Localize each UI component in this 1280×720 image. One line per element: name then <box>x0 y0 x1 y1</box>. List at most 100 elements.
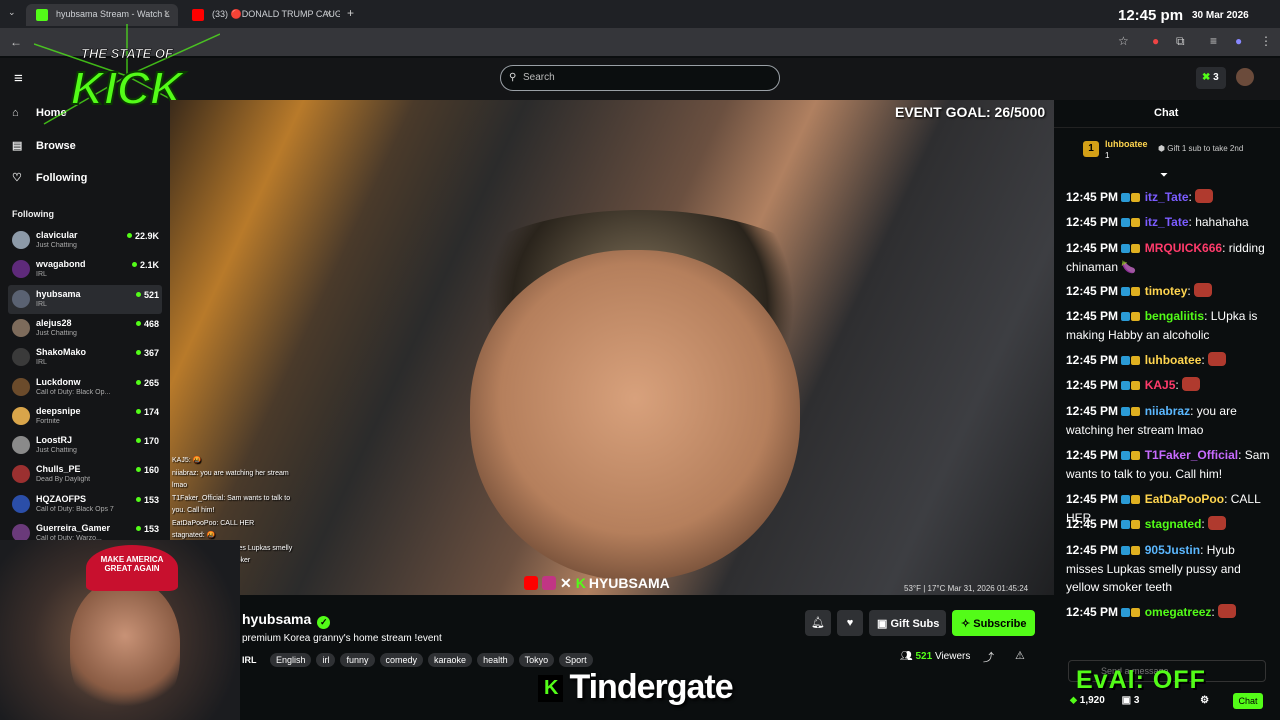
following-item[interactable]: ShakoMako IRL 367 <box>8 343 162 372</box>
browser-menu-icon[interactable]: ⋮ <box>1260 34 1272 48</box>
message-username[interactable]: itz_Tate <box>1145 190 1189 204</box>
following-item[interactable]: clavicular Just Chatting 22.9K <box>8 226 162 255</box>
browse-icon: ▤ <box>12 140 23 152</box>
nav-following-label: Following <box>36 172 88 184</box>
avatar <box>12 377 30 396</box>
tag[interactable]: health <box>477 653 514 667</box>
webcam-face <box>70 580 180 720</box>
following-item[interactable]: alejus28 Just Chatting 468 <box>8 314 162 343</box>
gifter-badge-icon <box>1131 312 1141 321</box>
chat-message: 12:45 PM MRQUICK666: ridding chinaman 🍆 <box>1066 241 1265 274</box>
following-item[interactable]: HQZAOFPS Call of Duty: Black Ops 7 153 <box>8 490 162 519</box>
following-item[interactable]: hyubsama IRL 521 <box>8 284 162 314</box>
message-username[interactable]: 905Justin <box>1145 543 1200 557</box>
settings-icon[interactable]: ⚙ <box>1200 695 1209 706</box>
message-username[interactable]: KAJ5 <box>1145 378 1176 392</box>
tag[interactable]: funny <box>340 653 375 667</box>
category-link[interactable]: IRL <box>242 653 261 667</box>
message-username[interactable]: niiabraz <box>1145 404 1190 418</box>
channel-name[interactable]: hyubsama ✓ <box>242 611 331 629</box>
viewer-count: 👥︎ 521 Viewers <box>900 651 970 662</box>
new-tab-icon[interactable]: + <box>347 6 354 20</box>
following-item[interactable]: LoostRJ Just Chatting 170 <box>8 431 162 460</box>
gifter-badge-icon <box>1131 356 1141 365</box>
avatar <box>12 465 30 484</box>
tab-hyubsama[interactable]: hyubsama Stream - Watch L × <box>26 4 178 26</box>
message-username[interactable]: omegatreez <box>1145 605 1212 619</box>
back-icon[interactable]: ← <box>10 35 22 49</box>
following-item[interactable]: Luckdonw Call of Duty: Black Op... 265 <box>8 373 162 402</box>
tab-list-chevron-icon[interactable]: ⌄ <box>8 7 16 18</box>
gifter-badge-icon <box>1131 193 1141 202</box>
leader-username: luhboatee <box>1105 139 1148 149</box>
message-username[interactable]: luhboatee <box>1145 353 1202 367</box>
bookmark-star-icon[interactable]: ☆ <box>1118 34 1129 48</box>
gift-leaderboard[interactable]: 1 luhboatee 1 ⬢ Gift 1 sub to take 2nd <box>1080 136 1256 164</box>
tag[interactable]: karaoke <box>428 653 473 667</box>
subscribe-button[interactable]: ✧ Subscribe <box>952 610 1035 636</box>
subscriber-badge-icon <box>1121 451 1131 460</box>
x-icon: ✕ <box>560 575 572 591</box>
following-item[interactable]: wvagabond IRL 2.1K <box>8 255 162 284</box>
video-player[interactable] <box>170 100 1054 595</box>
gift-subs-button[interactable]: ▣ Gift Subs <box>869 610 946 636</box>
share-icon[interactable]: ⤴ <box>983 649 994 665</box>
nav-following[interactable]: ♡ Following <box>12 171 87 184</box>
media-icon[interactable]: ≡ <box>1210 34 1217 48</box>
live-viewer-count: 265 <box>136 378 159 388</box>
gifter-badge-icon <box>1131 287 1141 296</box>
avatar <box>12 436 30 455</box>
leader-count: 1 <box>1105 151 1110 160</box>
message-username[interactable]: timotey <box>1145 284 1188 298</box>
close-tab-icon[interactable]: × <box>164 8 170 20</box>
edit-caption: K Tindergate <box>538 668 734 707</box>
tab-youtube[interactable]: (33) 🔴DONALD TRUMP CAUG × <box>182 4 340 26</box>
avatar[interactable] <box>1236 68 1254 86</box>
message-time: 12:45 PM <box>1066 190 1119 204</box>
channel-category: Just Chatting <box>36 447 77 455</box>
message-username[interactable]: bengaliitis <box>1145 309 1204 323</box>
gifter-badge-icon <box>1131 244 1141 253</box>
notification-bell-button[interactable]: 🔔︎ <box>805 610 831 636</box>
chat-message: 12:45 PM 905Justin: Hyub misses Lupkas s… <box>1066 543 1241 594</box>
message-username[interactable]: EatDaPooPoo <box>1145 492 1224 506</box>
user-icon: 👥︎ <box>900 651 916 662</box>
close-tab-icon[interactable]: × <box>326 8 332 20</box>
search-input[interactable]: ⚲ Search <box>500 65 780 91</box>
message-time: 12:45 PM <box>1066 605 1119 619</box>
following-item[interactable]: deepsnipe Fortnite 174 <box>8 402 162 431</box>
overlay-chat-line: niiabraz: you are watching her stream lm… <box>172 469 289 490</box>
channel-name: clavicular <box>36 230 78 240</box>
extension-icon[interactable]: ● <box>1152 34 1159 48</box>
following-item[interactable]: Chulls_PE Dead By Daylight 160 <box>8 460 162 489</box>
extensions-puzzle-icon[interactable]: ⧉ <box>1176 34 1185 49</box>
tag[interactable]: irl <box>316 653 336 667</box>
subscribe-label: Subscribe <box>973 618 1027 630</box>
nav-browse[interactable]: ▤ Browse <box>12 139 76 152</box>
profile-icon[interactable]: ● <box>1235 34 1242 48</box>
gifter-badge-icon <box>1131 546 1141 555</box>
tag[interactable]: Sport <box>559 653 593 667</box>
message-username[interactable]: itz_Tate <box>1145 215 1189 229</box>
pinned-toggle-icon[interactable]: ⏷ <box>1160 170 1168 181</box>
tag[interactable]: comedy <box>379 653 424 667</box>
report-icon[interactable]: ⚠ <box>1015 649 1025 662</box>
tag[interactable]: English <box>269 653 312 667</box>
channel-name: wvagabond <box>36 259 86 270</box>
follow-heart-button[interactable]: ♥ <box>837 610 863 636</box>
message-time: 12:45 PM <box>1066 378 1119 392</box>
tag[interactable]: Tokyo <box>518 653 555 667</box>
gifter-badge-icon <box>1131 495 1141 504</box>
hamburger-menu-icon[interactable]: ≡ <box>14 70 23 87</box>
chat-send-button[interactable]: Chat <box>1233 693 1263 709</box>
message-username[interactable]: stagnated <box>1145 517 1202 531</box>
message-username[interactable]: T1Faker_Official <box>1145 448 1238 462</box>
subscriber-badge-icon <box>1121 608 1131 617</box>
subscriber-badge-icon <box>1121 287 1131 296</box>
subscriber-badge-icon <box>1121 520 1131 529</box>
message-username[interactable]: MRQUICK666 <box>1145 241 1222 255</box>
overlay-chat-line: EatDaPooPoo: CALL HER <box>172 519 255 527</box>
channel-category: IRL <box>36 359 47 367</box>
notifications-button[interactable]: ✖ 3 <box>1196 67 1226 89</box>
live-viewer-count: 367 <box>136 348 159 358</box>
